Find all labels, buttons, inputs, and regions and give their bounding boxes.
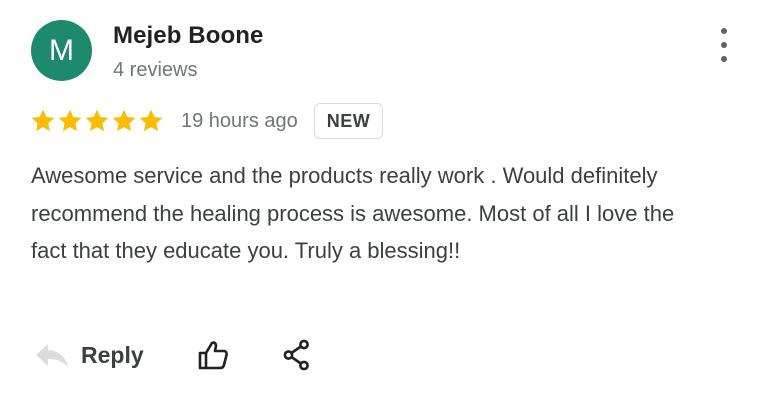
- avatar[interactable]: M: [31, 20, 92, 81]
- thumbs-up-icon: [198, 341, 228, 370]
- review-time: 19 hours ago: [181, 109, 298, 132]
- share-button[interactable]: [281, 338, 313, 372]
- more-vertical-icon-dot: [721, 42, 727, 48]
- review-actions: Reply: [34, 331, 313, 379]
- reply-label: Reply: [81, 341, 144, 368]
- reply-arrow-icon: [36, 344, 68, 367]
- like-button[interactable]: [196, 338, 230, 372]
- more-options-button[interactable]: [712, 28, 736, 62]
- star-rating: [30, 102, 165, 140]
- star-icon: [85, 109, 109, 132]
- rating-row: 19 hours ago NEW: [30, 102, 384, 140]
- author-review-count: 4 reviews: [113, 59, 198, 81]
- review-card: M Mejeb Boone 4 reviews 19 hours ago NEW…: [0, 0, 768, 403]
- star-icon: [139, 109, 163, 132]
- share-icon: [283, 339, 309, 371]
- star-icon: [112, 109, 136, 132]
- new-badge: NEW: [313, 103, 384, 139]
- more-vertical-icon-dot: [721, 56, 727, 62]
- reply-button[interactable]: Reply: [34, 342, 144, 369]
- review-text: Awesome service and the products really …: [31, 163, 675, 263]
- star-icon: [58, 109, 82, 132]
- avatar-initial: M: [49, 33, 74, 67]
- star-icon: [31, 109, 55, 132]
- more-vertical-icon: [721, 28, 727, 34]
- author-name[interactable]: Mejeb Boone: [113, 22, 263, 50]
